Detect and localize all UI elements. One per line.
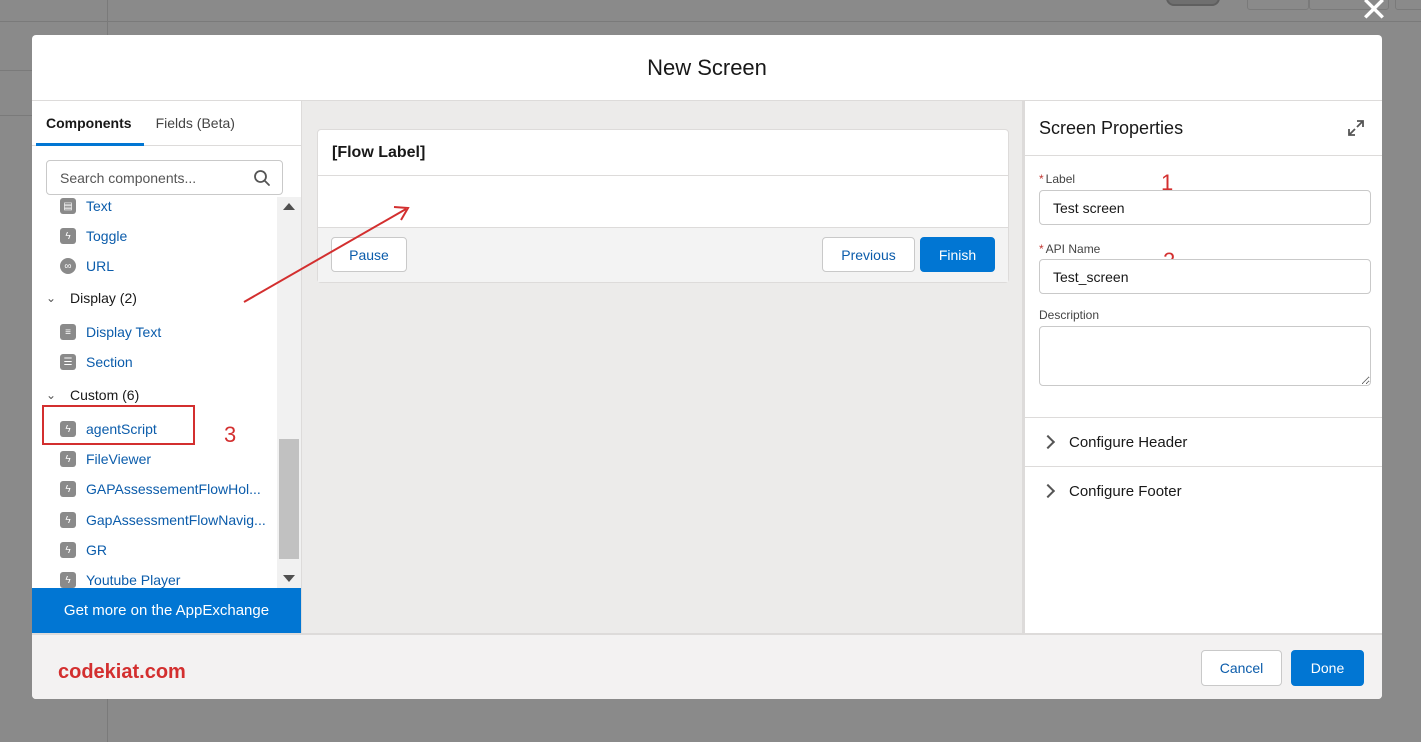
lightning-icon: ϟ	[60, 228, 76, 244]
group-label: Display (2)	[70, 290, 137, 306]
scroll-down-arrow-icon[interactable]	[283, 575, 295, 582]
component-label: Text	[86, 198, 112, 214]
component-label: Section	[86, 354, 133, 370]
modal-body: Components Fields (Beta) ▤ Text ϟ Toggle…	[32, 101, 1382, 633]
tab-fields-beta[interactable]: Fields (Beta)	[144, 101, 247, 145]
lightning-icon: ϟ	[60, 481, 76, 497]
component-item-gapassessementflowhol[interactable]: ϟ GAPAssessementFlowHol...	[60, 478, 261, 500]
chevron-right-icon	[1040, 434, 1056, 450]
component-item-section[interactable]: ☰ Section	[60, 351, 133, 373]
components-list: ▤ Text ϟ Toggle ∞ URL ⌄ Display (2) ≡ Di…	[32, 197, 276, 588]
api-name-field-label: * API Name	[1039, 242, 1100, 256]
components-panel: Components Fields (Beta) ▤ Text ϟ Toggle…	[32, 101, 302, 633]
group-label: Custom (6)	[70, 387, 140, 403]
backdrop-toggle	[1166, 0, 1220, 6]
component-label: Youtube Player	[86, 572, 181, 588]
required-mark: *	[1039, 172, 1044, 186]
api-name-field-text: API Name	[1045, 242, 1101, 256]
pause-button[interactable]: Pause	[331, 237, 407, 272]
modal-title: New Screen	[647, 54, 767, 80]
annotation-number-3: 3	[224, 422, 237, 447]
component-item-url[interactable]: ∞ URL	[60, 255, 114, 277]
previous-button[interactable]: Previous	[822, 237, 915, 272]
screen-properties-panel: Screen Properties *Label 1 *API Name 2 D…	[1022, 101, 1382, 633]
component-item-text[interactable]: ▤ Text	[60, 197, 112, 217]
section-label: Configure Header	[1069, 433, 1188, 451]
component-item-fileviewer[interactable]: ϟ FileViewer	[60, 448, 151, 470]
section-icon: ☰	[60, 354, 76, 370]
lightning-icon: ϟ	[60, 572, 76, 588]
configure-footer-section[interactable]: Configure Footer	[1025, 466, 1382, 515]
link-icon: ∞	[60, 258, 76, 274]
watermark-text: codekiat.com	[58, 661, 186, 683]
api-name-input[interactable]	[1039, 259, 1371, 294]
new-screen-modal: New Screen Components Fields (Beta) ▤ Te…	[32, 35, 1382, 699]
lightning-icon: ϟ	[60, 451, 76, 467]
screen-preview-title: [Flow Label]	[318, 130, 1008, 176]
scrollbar-thumb[interactable]	[279, 439, 299, 559]
group-display[interactable]: ⌄ Display (2)	[46, 287, 137, 309]
component-label: Toggle	[86, 228, 128, 244]
screen-preview[interactable]: [Flow Label] Pause Previous Finish	[317, 129, 1009, 283]
component-item-youtube-player[interactable]: ϟ Youtube Player	[60, 569, 180, 588]
component-item-gapassessmentflownavig[interactable]: ϟ GapAssessmentFlowNavig...	[60, 509, 266, 531]
label-input[interactable]	[1039, 190, 1371, 225]
expand-icon[interactable]	[1348, 120, 1364, 136]
tab-components[interactable]: Components	[34, 101, 144, 146]
chevron-right-icon	[1040, 483, 1056, 499]
section-label: Configure Footer	[1069, 482, 1182, 500]
chevron-down-icon: ⌄	[46, 388, 57, 402]
description-textarea[interactable]	[1039, 326, 1371, 386]
required-mark: *	[1039, 242, 1044, 256]
group-custom[interactable]: ⌄ Custom (6)	[46, 384, 139, 406]
scroll-up-arrow-icon[interactable]	[283, 203, 295, 210]
label-field-text: Label	[1045, 172, 1076, 186]
backdrop-divider	[0, 21, 1421, 22]
lightning-icon: ϟ	[60, 542, 76, 558]
display-text-icon: ≡	[60, 324, 76, 340]
component-label: URL	[86, 258, 115, 274]
modal-header: New Screen	[32, 35, 1382, 101]
screen-preview-footer: Pause Previous Finish	[318, 228, 1008, 282]
screen-properties-title: Screen Properties	[1025, 101, 1382, 156]
configure-header-section[interactable]: Configure Header	[1025, 417, 1382, 466]
description-field-label: Description	[1039, 308, 1100, 322]
text-field-icon: ▤	[60, 198, 76, 214]
component-label: GR	[86, 542, 107, 558]
backdrop-button	[1247, 0, 1309, 10]
modal-footer: codekiat.com Cancel Done	[32, 633, 1382, 699]
search-components-input[interactable]	[46, 160, 283, 195]
component-item-display-text[interactable]: ≡ Display Text	[60, 321, 161, 343]
screen-preview-body[interactable]	[318, 176, 1008, 228]
screen-canvas: [Flow Label] Pause Previous Finish	[302, 101, 1022, 633]
annotation-highlight-box	[42, 405, 195, 445]
modal-close-button[interactable]: ✕	[1358, 0, 1390, 27]
cancel-button[interactable]: Cancel	[1201, 650, 1282, 686]
components-tabs: Components Fields (Beta)	[32, 101, 301, 146]
component-label: FileViewer	[86, 451, 152, 467]
appexchange-button[interactable]: Get more on the AppExchange	[32, 588, 301, 633]
components-scrollbar[interactable]	[277, 197, 301, 588]
component-item-toggle[interactable]: ϟ Toggle	[60, 225, 127, 247]
component-label: GAPAssessementFlowHol...	[86, 481, 261, 497]
search-icon[interactable]	[253, 169, 271, 187]
finish-button[interactable]: Finish	[920, 237, 995, 272]
lightning-icon: ϟ	[60, 512, 76, 528]
component-item-gr[interactable]: ϟ GR	[60, 539, 107, 561]
label-field-label: * Label	[1039, 172, 1075, 186]
component-label: Display Text	[86, 324, 162, 340]
backdrop-button	[1395, 0, 1421, 10]
component-label: GapAssessmentFlowNavig...	[86, 512, 266, 528]
done-button[interactable]: Done	[1291, 650, 1364, 686]
chevron-down-icon: ⌄	[46, 291, 57, 305]
